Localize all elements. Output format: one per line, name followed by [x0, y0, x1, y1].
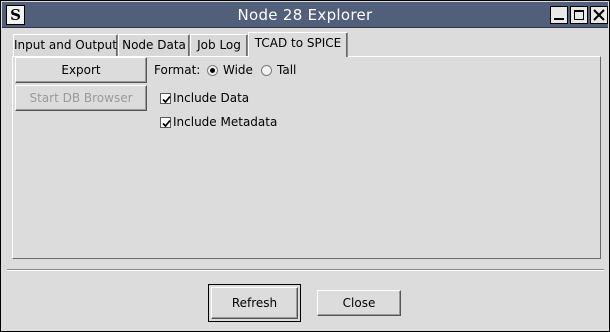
format-wide-label[interactable]: Wide — [223, 63, 253, 77]
tab-job-log[interactable]: Job Log — [190, 34, 248, 56]
title-bar[interactable]: S Node 28 Explorer — [2, 2, 608, 28]
include-metadata-checkbox[interactable] — [160, 117, 171, 128]
check-icon — [162, 119, 171, 128]
tab-input-and-output[interactable]: Input and Output — [13, 34, 118, 56]
start-db-browser-button[interactable]: Start DB Browser — [15, 85, 147, 111]
close-button[interactable]: Close — [317, 290, 401, 316]
footer-separator — [7, 269, 604, 271]
include-data-label[interactable]: Include Data — [173, 91, 249, 105]
close-icon[interactable] — [590, 6, 608, 24]
tab-tcad-to-spice[interactable]: TCAD to SPICE — [248, 32, 348, 57]
include-metadata-label[interactable]: Include Metadata — [173, 115, 277, 129]
app-window: S Node 28 Explorer Input and Output Node… — [0, 0, 610, 332]
maximize-icon[interactable] — [570, 6, 588, 24]
format-tall-radio[interactable] — [261, 65, 272, 76]
format-tall-label[interactable]: Tall — [277, 63, 296, 77]
include-data-checkbox[interactable] — [160, 93, 171, 104]
refresh-button[interactable]: Refresh — [211, 287, 298, 319]
export-button[interactable]: Export — [15, 57, 147, 83]
window-title: Node 28 Explorer — [237, 6, 373, 24]
format-label: Format: — [154, 63, 201, 77]
check-icon — [162, 95, 171, 104]
tab-node-data[interactable]: Node Data — [118, 34, 190, 56]
format-wide-radio[interactable] — [207, 65, 218, 76]
minimize-icon[interactable] — [550, 6, 568, 24]
